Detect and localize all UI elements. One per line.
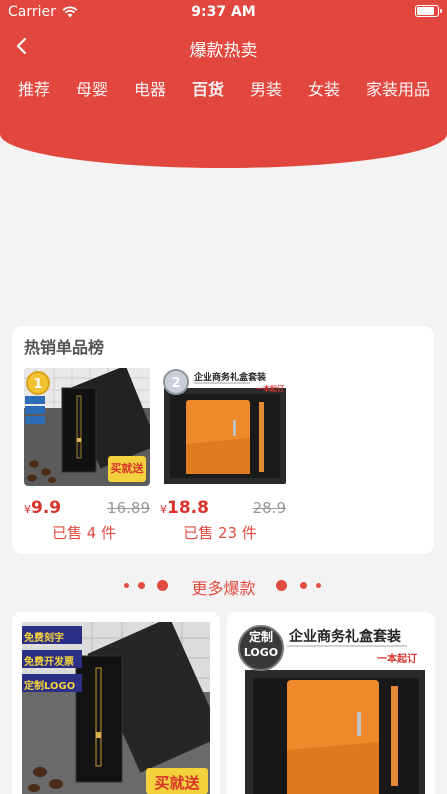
more-hot-divider[interactable]: 更多爆款 [0,572,447,598]
product-image[interactable]: 1 买就送 [24,368,150,486]
product-banner: 企业商务礼盒套装 [289,629,401,645]
tab-baby[interactable]: 母婴 [76,76,108,100]
tab-electric[interactable]: 电器 [134,76,166,100]
battery-icon [415,5,442,17]
more-hot-label: 更多爆款 [191,579,256,598]
sold-count: 已售 4 件 [51,524,117,542]
tab-general[interactable]: 百货 [192,76,224,100]
tab-menswear[interactable]: 男装 [250,76,282,100]
product-banner: 企业商务礼盒套装 [194,373,267,383]
dot [300,582,307,589]
grid-product-2[interactable]: 定制 LOGO 企业商务礼盒套装 一本起订 [227,612,435,794]
price-row: ¥18.8 28.9 [160,498,290,518]
product-image[interactable]: 免费刻字 免费开发票 定制LOGO 买就送 [22,622,210,794]
screen: Carrier 9:37 AM 爆款热卖 推荐 母婴 电器 百货 男装 女装 家… [0,0,447,794]
original-price: 16.89 [107,499,150,517]
current-price: ¥18.8 [160,498,209,518]
tag-engraving: 免费刻字 [24,633,64,644]
gift-badge: 买就送 [154,774,200,792]
original-price: 28.9 [252,499,286,517]
current-price: ¥9.9 [24,498,62,518]
hot-list-title: 热销单品榜 [24,338,105,357]
svg-text:2: 2 [171,376,180,391]
gift-badge: 买就送 [110,462,144,475]
product-banner-sub: 一本起订 [256,385,284,393]
grid-product-1[interactable]: 免费刻字 免费开发票 定制LOGO 买就送 [12,612,220,794]
status-bar: Carrier 9:37 AM [0,0,447,24]
dot [276,580,287,591]
category-tabs: 推荐 母婴 电器 百货 男装 女装 家装用品 [0,76,447,102]
logo-badge-bottom: LOGO [243,646,279,659]
dot [316,583,321,588]
product-image[interactable]: 定制 LOGO 企业商务礼盒套装 一本起订 [237,622,425,794]
price-row: ¥9.9 16.89 [24,498,154,518]
tab-recommend[interactable]: 推荐 [18,76,50,100]
product-image[interactable]: 2 企业商务礼盒套装 一本起订 [160,368,286,486]
logo-badge-top: 定制 [248,630,273,644]
clock: 9:37 AM [191,4,256,20]
tag-custom-logo: 定制LOGO [24,681,76,692]
tab-home[interactable]: 家装用品 [366,76,430,100]
page-title: 爆款热卖 [189,41,258,61]
hot-list-card: 热销单品榜 1 买就送 ¥9.9 16.89 已售 4 件 2 企业商务礼盒套装… [12,326,434,554]
tab-womenswear[interactable]: 女装 [308,76,340,100]
tag-invoice: 免费开发票 [24,657,74,668]
product-banner-sub: 一本起订 [377,654,417,665]
nav-bar: 爆款热卖 [0,30,447,64]
svg-text:1: 1 [33,377,42,392]
sold-count: 已售 23 件 [183,524,257,542]
